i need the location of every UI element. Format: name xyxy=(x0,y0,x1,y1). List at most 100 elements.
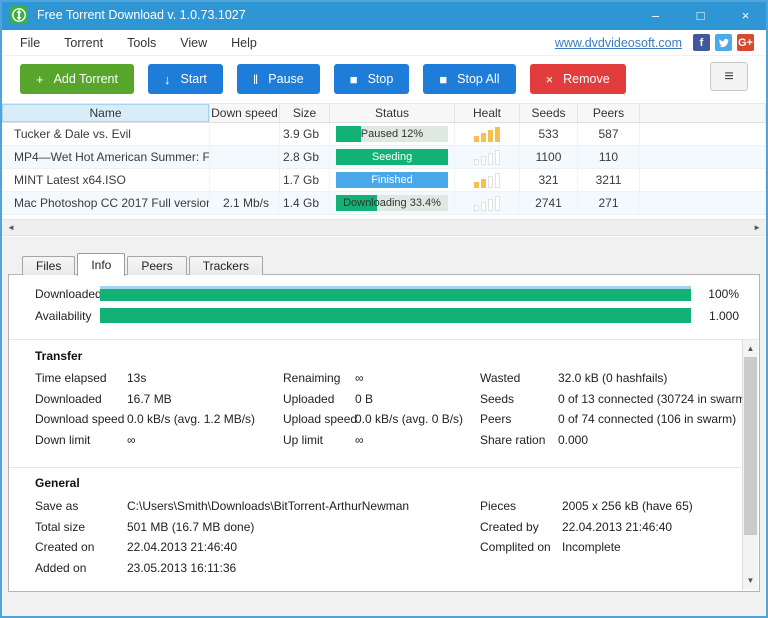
field-label: Total size xyxy=(35,519,86,534)
field-label: Share ration xyxy=(480,432,546,447)
health-bar xyxy=(495,126,500,142)
tab-peers[interactable]: Peers xyxy=(127,256,187,275)
table-row[interactable]: Mac Photoshop CC 2017 Full version... 2.1… xyxy=(2,192,766,215)
horizontal-scrollbar[interactable]: ◄ ► xyxy=(2,219,766,236)
minimize-button[interactable]: – xyxy=(633,0,678,30)
transfer-column-1: Time elapsed 13s Downloaded 16.7 MB Download… xyxy=(35,368,255,450)
add-torrent-button[interactable]: + Add Torrent xyxy=(20,64,134,94)
remove-button[interactable]: × Remove xyxy=(529,64,626,94)
progress-bar-top-strip xyxy=(100,286,691,289)
table-row[interactable]: MINT Latest x64.ISO 1.7 Gb Finished 321 3211 xyxy=(2,169,766,192)
column-header-healt[interactable]: Healt xyxy=(455,104,520,122)
twitter-icon[interactable] xyxy=(715,34,732,51)
status-progress-bar: Seeding xyxy=(336,149,448,165)
field-value: 0.000 xyxy=(558,432,589,447)
menu-item-help[interactable]: Help xyxy=(219,36,269,50)
field-label: Peers xyxy=(480,412,512,426)
health-bar xyxy=(474,158,479,165)
column-header-status[interactable]: Status xyxy=(330,104,455,122)
field-total-size: Total size 501 MB (16.7 MB done) xyxy=(35,517,409,538)
progress-row-availability: Availability 1.000 xyxy=(35,308,739,323)
torrent-seeds: 1100 xyxy=(520,146,578,168)
start-button[interactable]: ↓ Start xyxy=(148,64,223,94)
field-value: 501 MB (16.7 MB done) xyxy=(127,519,255,534)
status-progress-bar: Paused 12% xyxy=(336,126,448,142)
torrent-status-cell: Finished xyxy=(330,169,455,191)
column-header-seeds[interactable]: Seeds xyxy=(520,104,578,122)
health-bar xyxy=(488,152,493,165)
scroll-left-icon[interactable]: ◄ xyxy=(7,220,15,235)
column-header-peers[interactable]: Peers xyxy=(578,104,640,122)
maximize-button[interactable]: □ xyxy=(678,0,723,30)
info-panel: Downloaded 100% Availability 1.000 Transfer… xyxy=(8,274,760,592)
social-icons: f G+ xyxy=(693,34,754,51)
field-value: C:\Users\Smith\Downloads\BitTorrent-Arth… xyxy=(127,499,410,513)
torrent-health-cell xyxy=(455,146,520,168)
menu-item-view[interactable]: View xyxy=(168,36,219,50)
menu-right: www.dvdvideosoft.com f G+ xyxy=(555,34,766,51)
field-label: Wasted xyxy=(480,371,521,385)
progress-bar xyxy=(100,308,691,323)
google-plus-icon[interactable]: G+ xyxy=(737,34,754,51)
health-bar xyxy=(495,149,500,165)
menu-item-tools[interactable]: Tools xyxy=(115,36,168,50)
status-progress-bar: Finished xyxy=(336,172,448,188)
field-value: 0.0 kB/s (avg. 0 B/s) xyxy=(355,412,464,426)
field-label: Pieces xyxy=(480,499,517,513)
row-filler xyxy=(640,169,766,191)
remove-label: Remove xyxy=(563,72,610,86)
field-label: Downloaded xyxy=(35,391,102,406)
scroll-right-icon[interactable]: ► xyxy=(753,220,761,235)
tab-trackers[interactable]: Trackers xyxy=(188,256,263,275)
google-plus-glyph: G+ xyxy=(738,36,753,49)
menu-item-torrent[interactable]: Torrent xyxy=(52,36,115,50)
table-row[interactable]: MP4—Wet Hot American Summer: Fi... 2.8 Gb… xyxy=(2,146,766,169)
menu-items: File Torrent Tools View Help xyxy=(8,36,269,50)
field-value: 22.04.2013 21:46:40 xyxy=(562,519,673,534)
row-filler xyxy=(640,192,766,214)
health-bars-icon xyxy=(474,195,500,211)
add-torrent-icon: + xyxy=(36,71,44,87)
field-label: Up limit xyxy=(283,432,324,447)
field-value: Incomplete xyxy=(562,540,621,554)
menu-item-file[interactable]: File xyxy=(8,36,52,50)
health-bar xyxy=(481,201,486,211)
facebook-icon[interactable]: f xyxy=(693,34,710,51)
column-header-name[interactable]: Name xyxy=(2,104,210,122)
scrollbar-thumb[interactable] xyxy=(744,357,757,535)
torrent-seeds: 533 xyxy=(520,123,578,145)
tab-info[interactable]: Info xyxy=(77,253,126,276)
field-save-as: Save as C:\Users\Smith\Downloads\BitTorre… xyxy=(35,496,409,517)
field-created-on: Created on 22.04.2013 21:46:40 xyxy=(35,537,409,558)
tab-files[interactable]: Files xyxy=(22,256,76,275)
scroll-down-icon[interactable]: ▼ xyxy=(743,574,758,588)
column-header-down-speed[interactable]: Down speed xyxy=(210,104,280,122)
pause-button[interactable]: ‖ Pause xyxy=(236,64,320,94)
field-label: Created by xyxy=(480,519,539,534)
field-wasted: Wasted 32.0 kB (0 hashfails) xyxy=(480,368,749,389)
table-row[interactable]: Tucker & Dale vs. Evil 3.9 Gb Paused 12% 53… xyxy=(2,123,766,146)
field-upload-speed: Upload speed0.0 kB/s (avg. 0 B/s) xyxy=(283,409,463,430)
close-button[interactable]: × xyxy=(723,0,768,30)
column-header-size[interactable]: Size xyxy=(280,104,330,122)
torrent-peers: 271 xyxy=(578,192,640,214)
health-bar xyxy=(474,135,479,142)
transfer-column-2: Renaiming ∞ Uploaded 0 B Upload speed0.0 kB/… xyxy=(283,368,463,450)
transfer-column-3: Wasted 32.0 kB (0 hashfails) Seeds 0 of 13 … xyxy=(480,368,749,450)
field-download-speed: Download speed 0.0 kB/s (avg. 1.2 MB/s) xyxy=(35,409,255,430)
stop-button[interactable]: ■ Stop xyxy=(333,64,410,94)
scroll-up-icon[interactable]: ▲ xyxy=(743,342,758,356)
torrent-status-cell: Seeding xyxy=(330,146,455,168)
torrent-status-cell: Paused 12% xyxy=(330,123,455,145)
field-created-by: Created by 22.04.2013 21:46:40 xyxy=(480,517,693,538)
hamburger-menu-button[interactable]: ≡ xyxy=(710,62,748,91)
stop-all-button[interactable]: ■ Stop All xyxy=(423,64,516,94)
field-up-limit: Up limit ∞ xyxy=(283,430,463,451)
status-label: Downloading 33.4% xyxy=(343,197,441,209)
info-scroll-region: Transfer Time elapsed 13s Downloaded 16.7 M… xyxy=(9,340,759,591)
vertical-scrollbar[interactable]: ▲ ▼ xyxy=(742,340,758,590)
website-link[interactable]: www.dvdvideosoft.com xyxy=(555,36,682,50)
torrent-health-cell xyxy=(455,123,520,145)
health-bar xyxy=(488,129,493,142)
torrent-table: Name Down speed Size Status Healt Seeds Peers … xyxy=(2,103,766,215)
